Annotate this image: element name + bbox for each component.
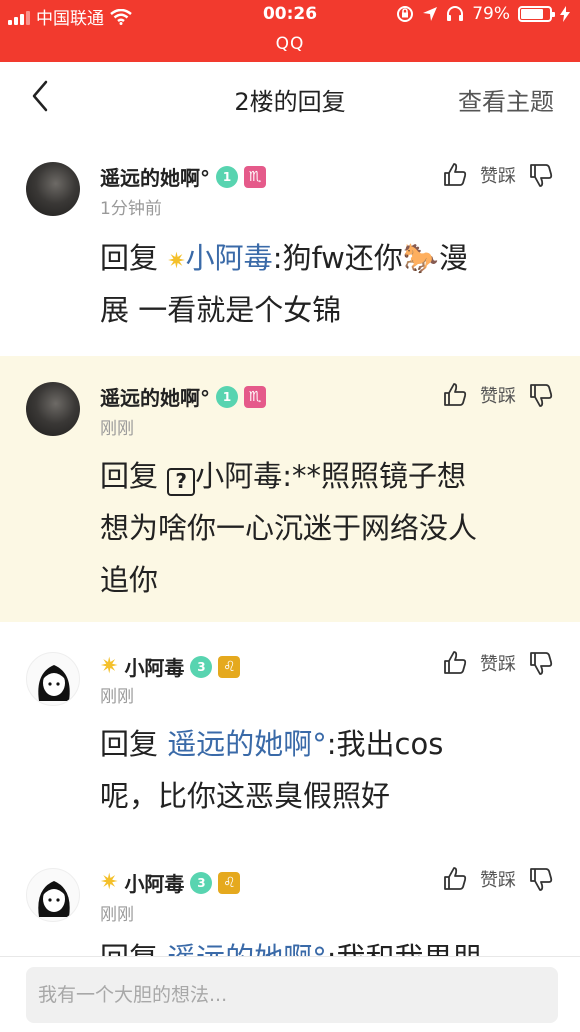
zodiac-badge: ♌ <box>218 655 241 678</box>
comment-item: ✷ 小阿毒 3 ♌ 刚刚 赞踩 回复 遥远的她啊°:我出cos 呢，比你这恶臭假… <box>0 622 580 846</box>
star-icon: ✷ <box>100 653 119 679</box>
comment-time: 刚刚 <box>100 419 134 439</box>
commenter-name[interactable]: 遥远的她啊° <box>100 162 210 191</box>
comment-time: 刚刚 <box>100 687 134 707</box>
avatar[interactable] <box>26 162 80 216</box>
zodiac-badge: ♌ <box>218 871 241 894</box>
thumbs-down-icon[interactable] <box>528 866 554 892</box>
commenter-name[interactable]: 遥远的她啊° <box>100 382 210 411</box>
battery-icon <box>518 6 555 22</box>
unknown-glyph-icon: ? <box>167 468 196 496</box>
thumbs-up-icon[interactable] <box>442 382 468 408</box>
star-icon: ✷ <box>100 869 119 895</box>
like-label[interactable]: 赞 <box>480 382 498 408</box>
comment-body: 回复 ✷小阿毒:狗fw还你🐎漫 展 一看就是个女锦 <box>100 232 550 336</box>
commenter-name[interactable]: 小阿毒 <box>124 652 184 681</box>
thumbs-down-icon[interactable] <box>528 382 554 408</box>
comment-text-line2: 想为啥你一心沉迷于网络没人 <box>100 511 478 545</box>
comment-text-line2: 展 一看就是个女锦 <box>100 293 342 327</box>
comment-item: ✷ 小阿毒 3 ♌ 刚刚 赞踩 回复 遥远的她啊°:我和我男朋 <box>0 846 580 956</box>
reply-prefix: 回复 <box>100 459 159 493</box>
mention-link[interactable]: 遥远的她啊° <box>167 727 327 761</box>
comment-text-line1: :狗fw还你🐎漫 <box>272 241 468 275</box>
commenter-name[interactable]: 小阿毒 <box>124 868 184 897</box>
comment-body: 回复 遥远的她啊°:我和我男朋 <box>100 932 550 956</box>
comment-body: 回复 遥远的她啊°:我出cos 呢，比你这恶臭假照好 <box>100 718 550 822</box>
gem-icon: 3 <box>190 655 213 678</box>
thumbs-up-icon[interactable] <box>442 866 468 892</box>
reply-input[interactable] <box>26 967 558 1023</box>
thumbs-up-icon[interactable] <box>442 162 468 188</box>
thumbs-down-icon[interactable] <box>528 162 554 188</box>
like-label[interactable]: 赞 <box>480 162 498 188</box>
lock-rotation-icon <box>397 6 414 22</box>
reply-prefix: 回复 <box>100 241 159 275</box>
comment-item-highlighted: 遥远的她啊° 1 ♏ 刚刚 赞踩 回复 ? 小阿毒:**照照镜子想 想为啥你一心沉… <box>0 356 580 622</box>
comment-text-line1: :我和我男朋 <box>327 941 482 956</box>
comment-text-line1: :**照照镜子想 <box>282 459 467 493</box>
avatar[interactable] <box>26 382 80 436</box>
mention-link[interactable]: 小阿毒 <box>186 241 273 275</box>
mention-text: 小阿毒 <box>195 459 283 493</box>
location-icon <box>423 7 438 21</box>
avatar[interactable] <box>26 652 80 706</box>
zodiac-badge: ♏ <box>244 385 266 408</box>
gem-icon: 3 <box>190 871 213 894</box>
comment-time: 1分钟前 <box>100 199 162 219</box>
thumbs-down-icon[interactable] <box>528 650 554 676</box>
thumbs-up-icon[interactable] <box>442 650 468 676</box>
avatar[interactable] <box>26 868 80 922</box>
comment-time: 刚刚 <box>100 905 134 925</box>
zodiac-badge: ♏ <box>244 165 266 188</box>
dislike-label[interactable]: 踩 <box>498 382 516 408</box>
star-icon: ✷ <box>167 249 186 274</box>
nav-bar: 2楼的回复 查看主题 <box>0 62 580 132</box>
like-label[interactable]: 赞 <box>480 866 498 892</box>
mention-link[interactable]: 遥远的她啊° <box>167 941 327 956</box>
headphones-icon <box>447 6 464 21</box>
dislike-label[interactable]: 踩 <box>498 650 516 676</box>
comment-item: 遥远的她啊° 1 ♏ 1分钟前 赞踩 回复 ✷小阿毒:狗fw还你🐎漫 展 一看就… <box>0 132 580 356</box>
like-label[interactable]: 赞 <box>480 650 498 676</box>
view-topic-button[interactable]: 查看主题 <box>458 82 554 117</box>
reply-prefix: 回复 <box>100 941 158 956</box>
reply-prefix: 回复 <box>100 727 159 761</box>
dislike-label[interactable]: 踩 <box>498 162 516 188</box>
status-bar: 中国联通 00:26 79% QQ <box>0 0 580 62</box>
reply-bar <box>0 956 580 1032</box>
comment-text-line3: 追你 <box>100 563 159 597</box>
charging-icon <box>560 6 570 22</box>
gem-icon: 1 <box>216 165 238 188</box>
comment-body: 回复 ? 小阿毒:**照照镜子想 想为啥你一心沉迷于网络没人 追你 <box>100 450 550 606</box>
gem-icon: 1 <box>216 385 238 408</box>
comment-text-line2: 呢，比你这恶臭假照好 <box>100 779 391 813</box>
comment-text-line1: :我出cos <box>326 727 444 761</box>
status-app-label: QQ <box>275 34 305 54</box>
dislike-label[interactable]: 踩 <box>498 866 516 892</box>
battery-percent: 79% <box>472 4 510 24</box>
